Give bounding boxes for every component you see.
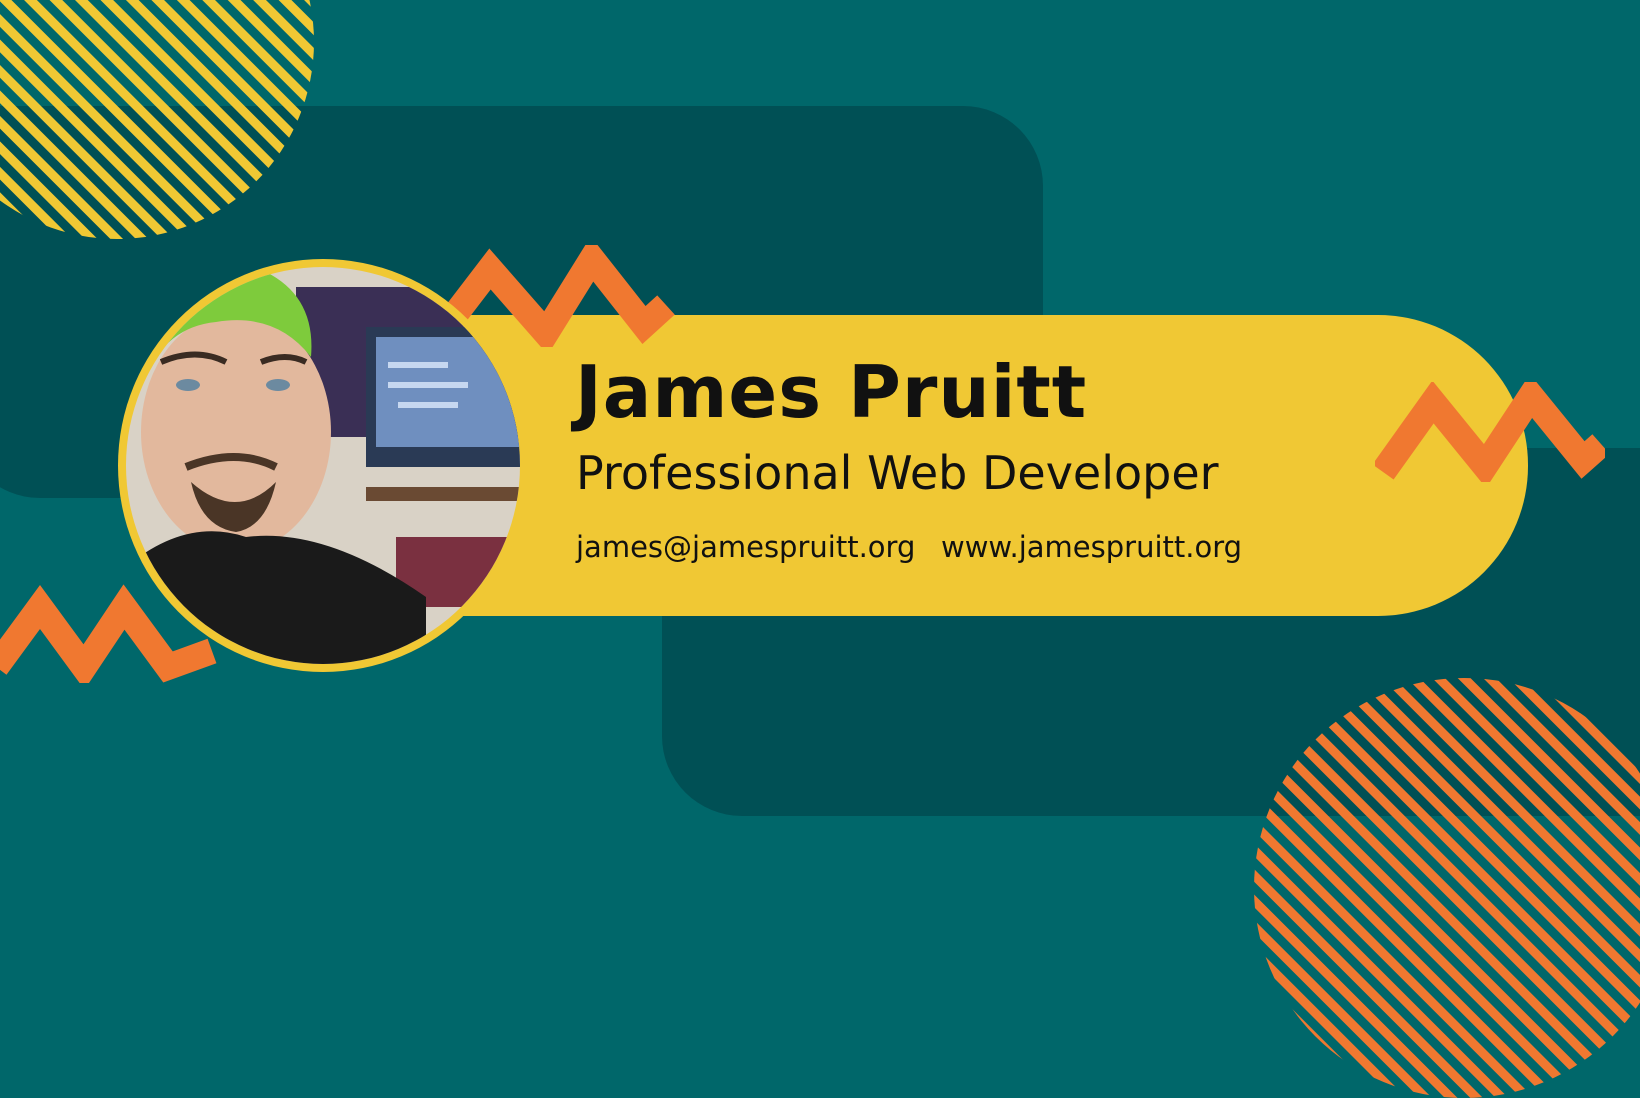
- website-link[interactable]: www.jamespruitt.org: [941, 533, 1242, 562]
- email-link[interactable]: james@jamespruitt.org: [576, 533, 915, 562]
- striped-circle-yellow: [0, 0, 314, 239]
- job-title: Professional Web Developer: [576, 446, 1219, 500]
- person-name: James Pruitt: [575, 350, 1088, 434]
- avatar-photo: [126, 267, 520, 664]
- avatar: [126, 267, 520, 664]
- zigzag-right: [1375, 382, 1605, 482]
- striped-circle-orange: [1254, 678, 1640, 1098]
